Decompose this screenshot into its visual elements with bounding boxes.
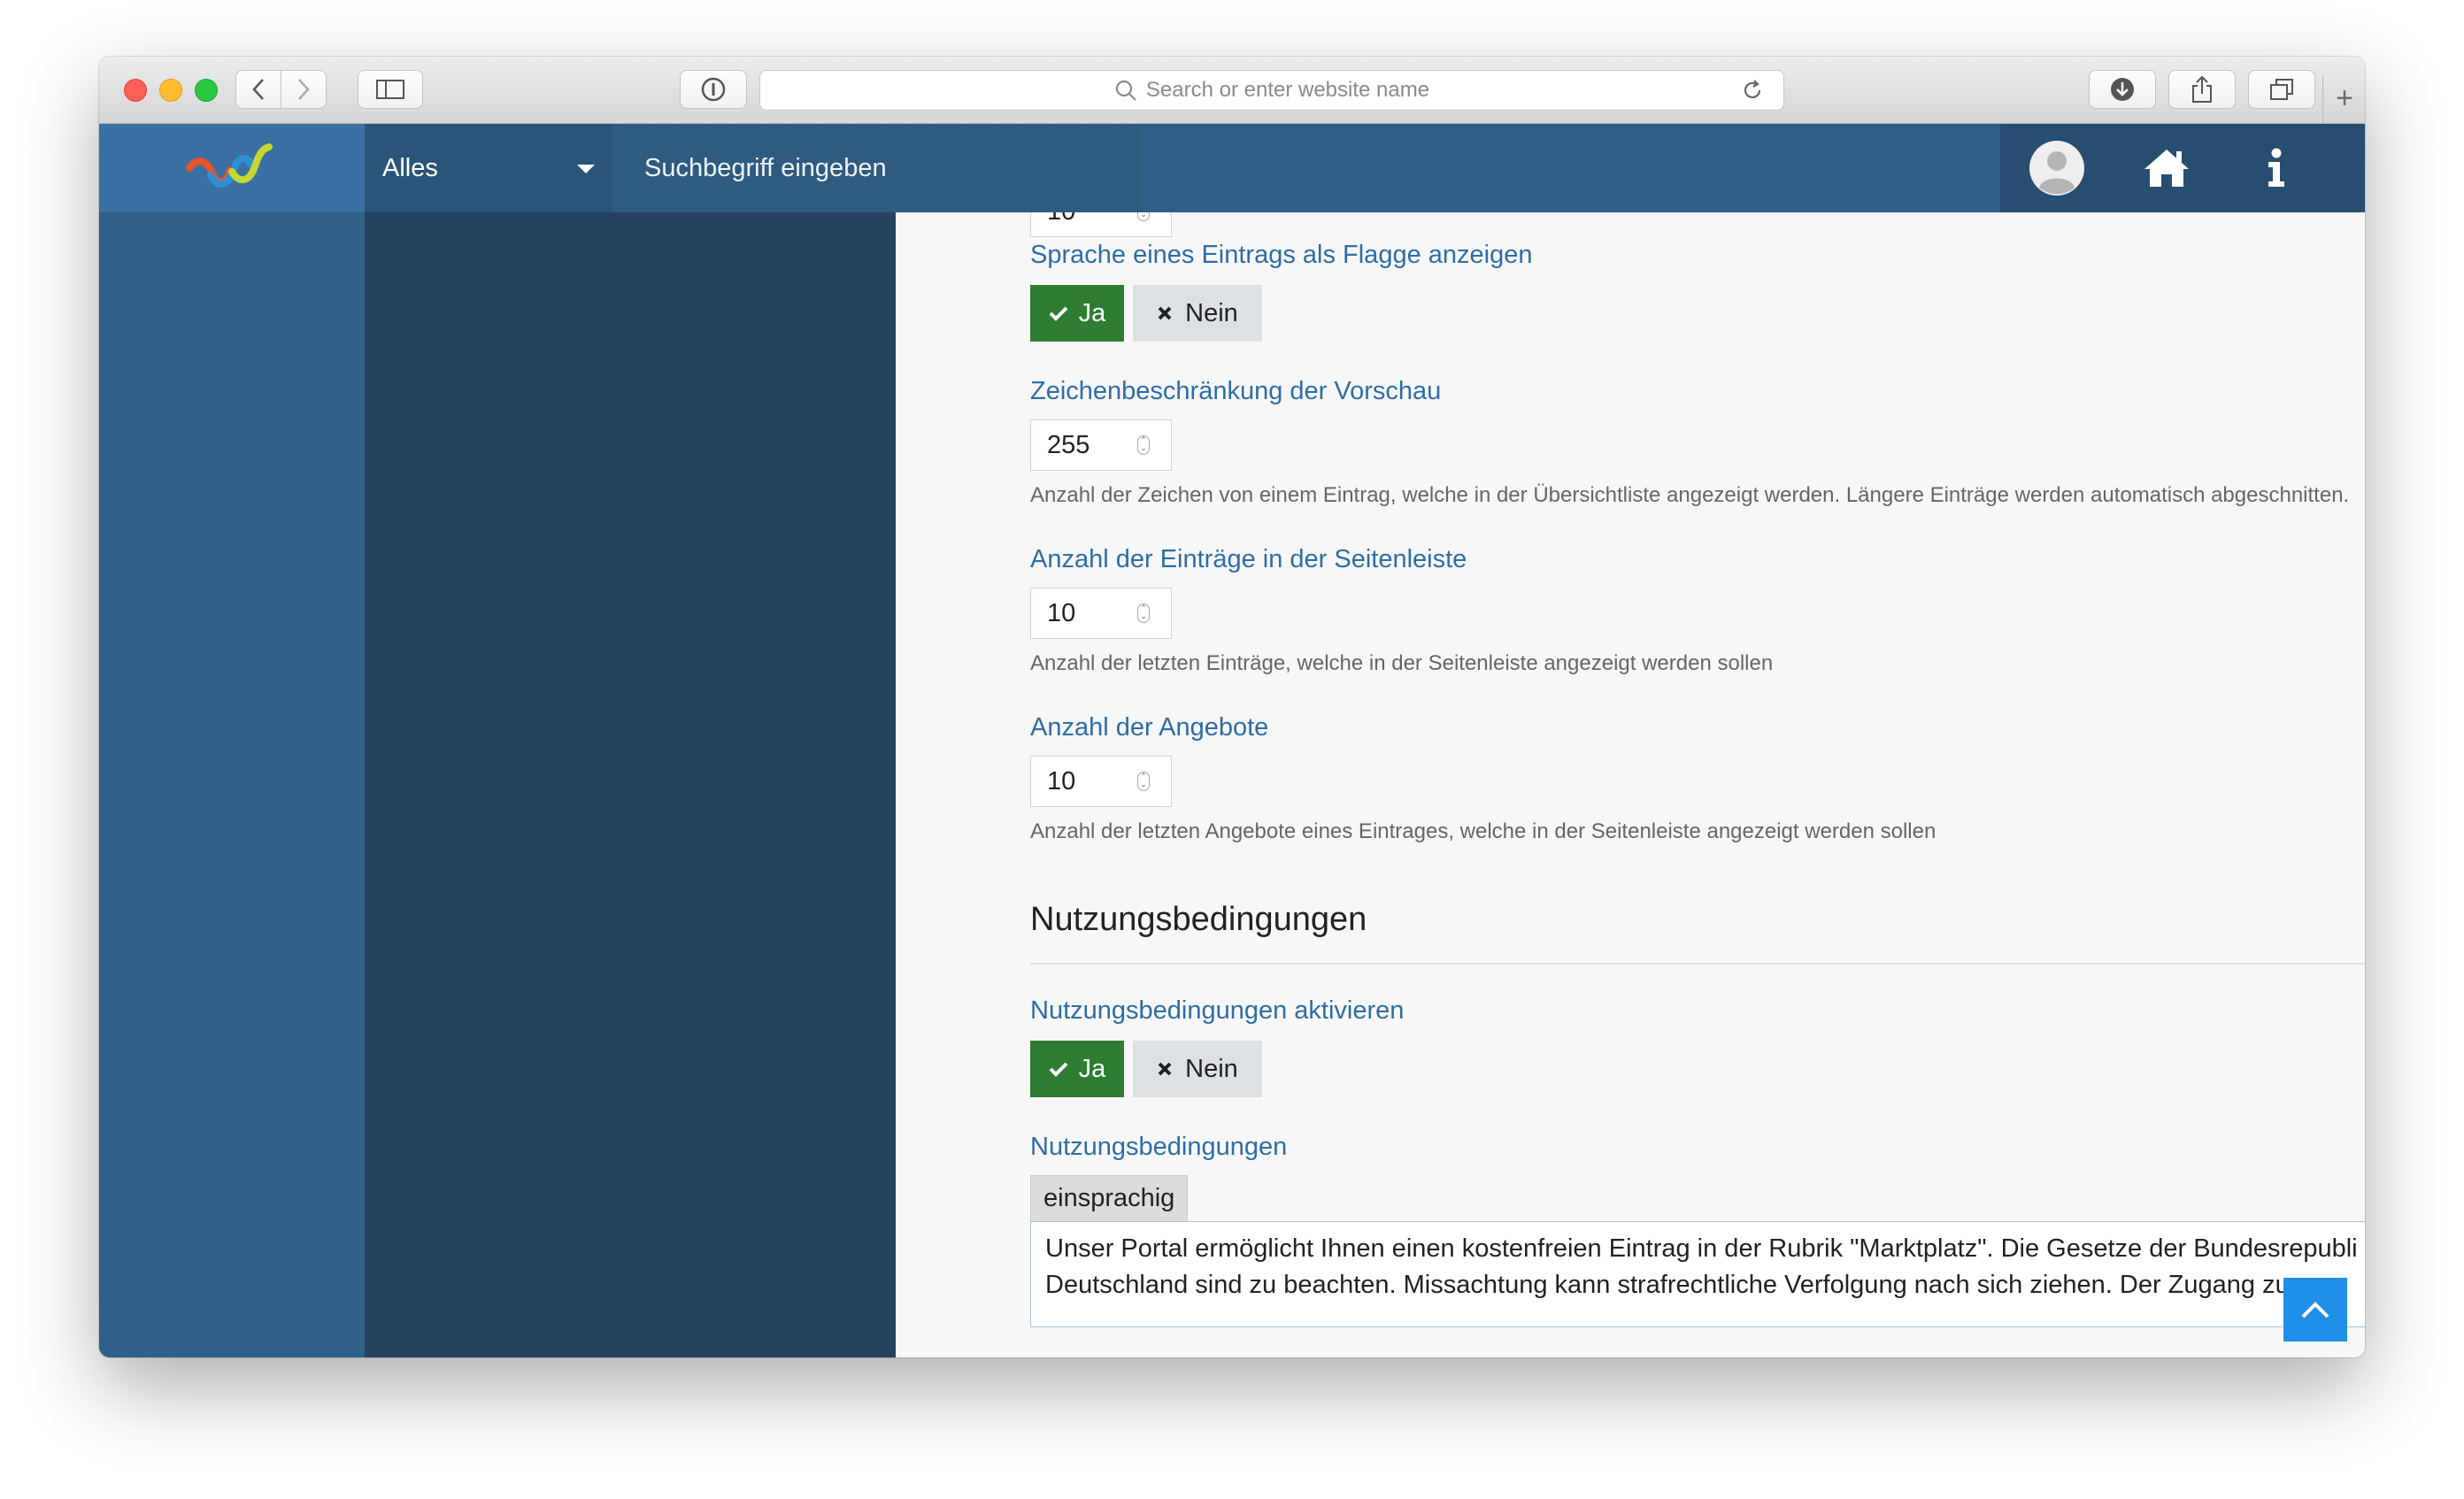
search-placeholder: Suchbegriff eingeben (644, 153, 887, 182)
stepper-icon[interactable]: ⌃⌄ (1137, 772, 1150, 791)
terms-activate-no-button[interactable]: Nein (1133, 1041, 1262, 1097)
times-icon (1158, 1062, 1172, 1076)
app-header: Alles Suchbegriff eingeben (99, 124, 2365, 212)
maximize-window-button[interactable] (195, 79, 218, 102)
offers-count-value: 10 (1047, 766, 1076, 796)
terms-text-label: Nutzungsbedingungen (1030, 1133, 1288, 1161)
check-icon (1049, 306, 1068, 321)
yes-label: Ja (1078, 1054, 1106, 1083)
search-icon (1115, 80, 1136, 101)
stepper-icon[interactable]: ⌃⌄ (1137, 603, 1150, 623)
share-button[interactable] (2168, 70, 2236, 109)
back-button[interactable] (235, 70, 281, 109)
home-button[interactable] (2138, 140, 2195, 196)
category-select-value: Alles (382, 153, 438, 182)
terms-text-line-1: Unser Portal ermöglicht Ihnen einen kost… (1045, 1234, 2358, 1263)
sidebar-entries-help: Anzahl der letzten Einträge, welche in d… (1030, 651, 1774, 675)
sidebar-entries-label: Anzahl der Einträge in der Seitenleiste (1030, 545, 1467, 573)
category-select[interactable]: Alles (365, 124, 612, 212)
info-button[interactable] (2248, 140, 2305, 196)
tabs-overview-button[interactable] (2248, 70, 2315, 109)
flag-language-yes-button[interactable]: Ja (1030, 285, 1124, 342)
reload-icon[interactable] (1741, 79, 1764, 102)
downloads-button[interactable] (2089, 70, 2156, 109)
terms-section-title: Nutzungsbedingungen (1030, 901, 1367, 938)
yes-label: Ja (1078, 298, 1106, 327)
no-label: Nein (1185, 298, 1238, 327)
info-icon (2268, 148, 2284, 187)
browser-toolbar: Search or enter website name + (99, 57, 2365, 124)
sidebar-entries-input[interactable]: 10 ⌃ ⌄ (1030, 588, 1172, 639)
scroll-to-top-button[interactable] (2283, 1278, 2347, 1341)
download-icon (2111, 78, 2134, 101)
terms-activate-yes-button[interactable]: Ja (1030, 1041, 1124, 1097)
close-window-button[interactable] (124, 79, 147, 102)
flag-language-no-button[interactable]: Nein (1133, 285, 1262, 342)
search-input[interactable]: Suchbegriff eingeben (612, 124, 1143, 212)
sidebar-icon (376, 80, 404, 99)
new-tab-button[interactable]: + (2322, 74, 2365, 123)
home-icon (2144, 150, 2189, 187)
sidebar-toggle-button[interactable] (358, 70, 423, 109)
browser-window: Search or enter website name + Alles Suc… (99, 57, 2365, 1357)
settings-content: 10 ⌃⌄ Sprache eines Eintrags als Flagge … (896, 212, 2365, 1357)
preview-limit-label: Zeichenbeschränkung der Vorschau (1030, 377, 1442, 405)
terms-textarea[interactable]: Unser Portal ermöglicht Ihnen einen kost… (1030, 1221, 2365, 1327)
secondary-sidebar (365, 212, 896, 1357)
offers-count-input[interactable]: 10 ⌃ ⌄ (1030, 756, 1172, 807)
reader-icon (701, 77, 726, 102)
caret-down-icon (577, 165, 595, 173)
terms-text-line-2: Deutschland sind zu beachten. Missachtun… (1045, 1271, 2298, 1299)
address-bar[interactable]: Search or enter website name (759, 70, 1784, 111)
flag-language-label: Sprache eines Eintrags als Flagge anzeig… (1030, 241, 1533, 269)
terms-activate-label: Nutzungsbedingungen aktivieren (1030, 996, 1405, 1025)
header-actions (2000, 124, 2365, 212)
stepper-icon[interactable]: ⌃⌄ (1137, 212, 1150, 221)
times-icon (1158, 306, 1172, 320)
tabs-icon (2270, 79, 2293, 100)
preview-limit-help: Anzahl der Zeichen von einem Eintrag, we… (1030, 483, 2350, 507)
sidebar-entries-value: 10 (1047, 598, 1076, 627)
stepper-icon[interactable]: ⌃⌄ (1137, 435, 1150, 455)
address-placeholder: Search or enter website name (1145, 78, 1430, 102)
user-icon (2029, 141, 2084, 196)
share-icon (2192, 75, 2212, 103)
reader-button[interactable] (680, 70, 747, 109)
number-input-top[interactable]: 10 ⌃⌄ (1030, 212, 1172, 237)
check-icon (1049, 1062, 1068, 1077)
chevron-up-icon (2301, 1302, 2329, 1318)
number-input-top-value: 10 (1047, 212, 1075, 227)
offers-count-help: Anzahl der letzten Angebote eines Eintra… (1030, 819, 1937, 843)
primary-sidebar (99, 212, 365, 1357)
logo-icon (186, 143, 273, 188)
section-divider (1030, 963, 2365, 965)
back-icon (252, 79, 264, 100)
preview-limit-input[interactable]: 255 ⌃ ⌄ (1030, 419, 1172, 471)
no-label: Nein (1185, 1054, 1238, 1083)
forward-icon (298, 79, 310, 100)
user-menu-button[interactable] (2029, 140, 2085, 196)
minimize-window-button[interactable] (159, 79, 182, 102)
forward-button[interactable] (281, 70, 327, 109)
logo-link[interactable] (99, 124, 365, 212)
offers-count-label: Anzahl der Angebote (1030, 713, 1269, 742)
language-tab[interactable]: einsprachig (1030, 1175, 1189, 1221)
preview-limit-value: 255 (1047, 430, 1090, 459)
